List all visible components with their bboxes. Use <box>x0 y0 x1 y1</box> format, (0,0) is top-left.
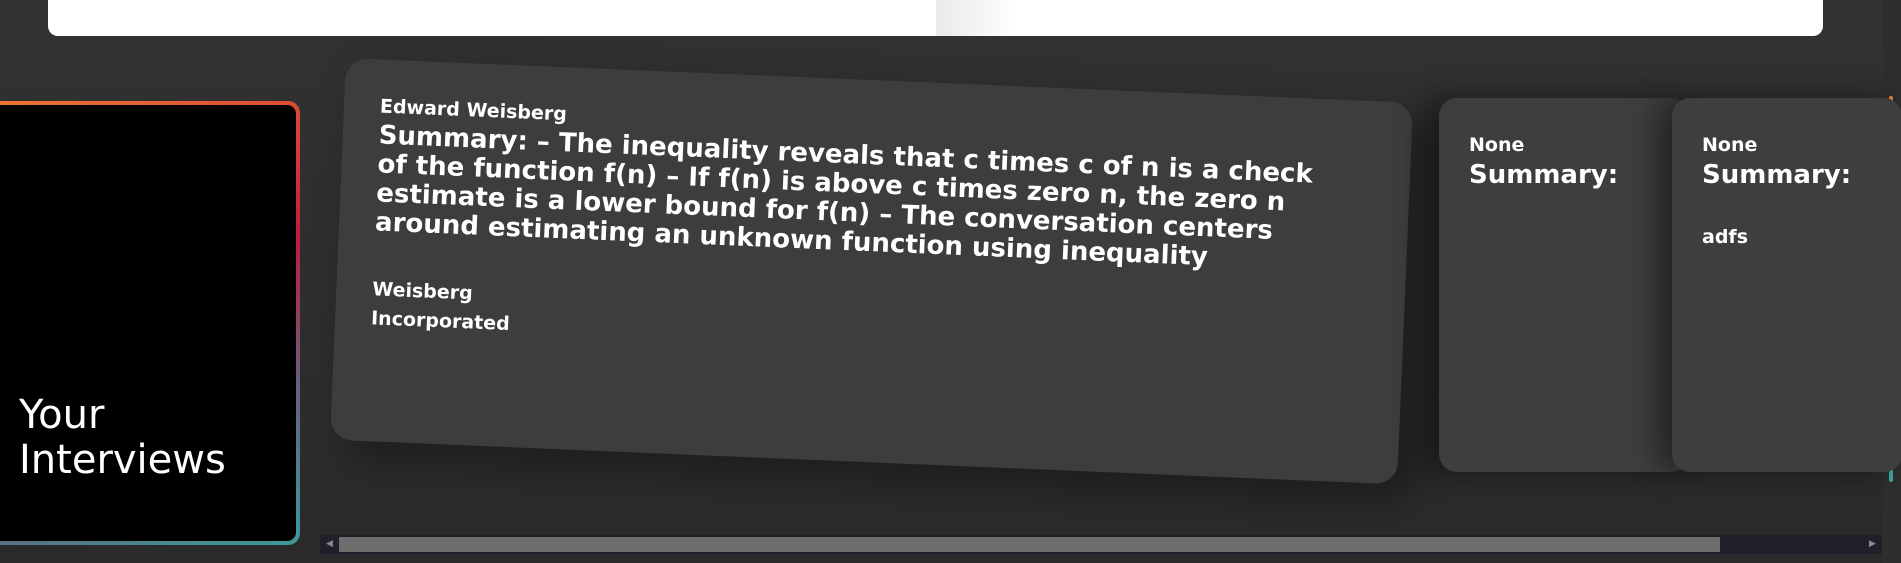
interview-summary: Summary: <box>1469 160 1619 190</box>
interview-card[interactable]: None Summary: adfs <box>1672 98 1901 472</box>
interview-card[interactable]: None Summary: <box>1439 98 1689 472</box>
panel-divider-shadow <box>936 0 1016 36</box>
interviews-page: Your Interviews Edward Weisberg Summary:… <box>0 0 1901 563</box>
interview-summary: Summary: <box>1702 160 1852 190</box>
top-content-panel <box>48 0 1823 36</box>
interview-company: Weisberg Incorporated <box>370 278 511 336</box>
interview-company: adfs <box>1702 226 1748 248</box>
left-arrow-icon[interactable]: ◀ <box>320 535 339 554</box>
right-arrow-icon[interactable]: ▶ <box>1863 535 1882 554</box>
interview-author: None <box>1469 134 1525 156</box>
interview-card[interactable]: Edward Weisberg Summary: – The inequalit… <box>330 58 1414 485</box>
horizontal-scrollbar[interactable]: ◀ ▶ <box>320 535 1882 554</box>
interview-summary: Summary: – The inequality reveals that c… <box>374 120 1314 273</box>
interview-author: None <box>1702 134 1758 156</box>
section-title: Your Interviews <box>19 392 226 483</box>
your-interviews-card[interactable]: Your Interviews <box>0 101 300 545</box>
your-interviews-card-inner: Your Interviews <box>0 105 296 541</box>
horizontal-scrollbar-thumb[interactable] <box>339 537 1720 552</box>
